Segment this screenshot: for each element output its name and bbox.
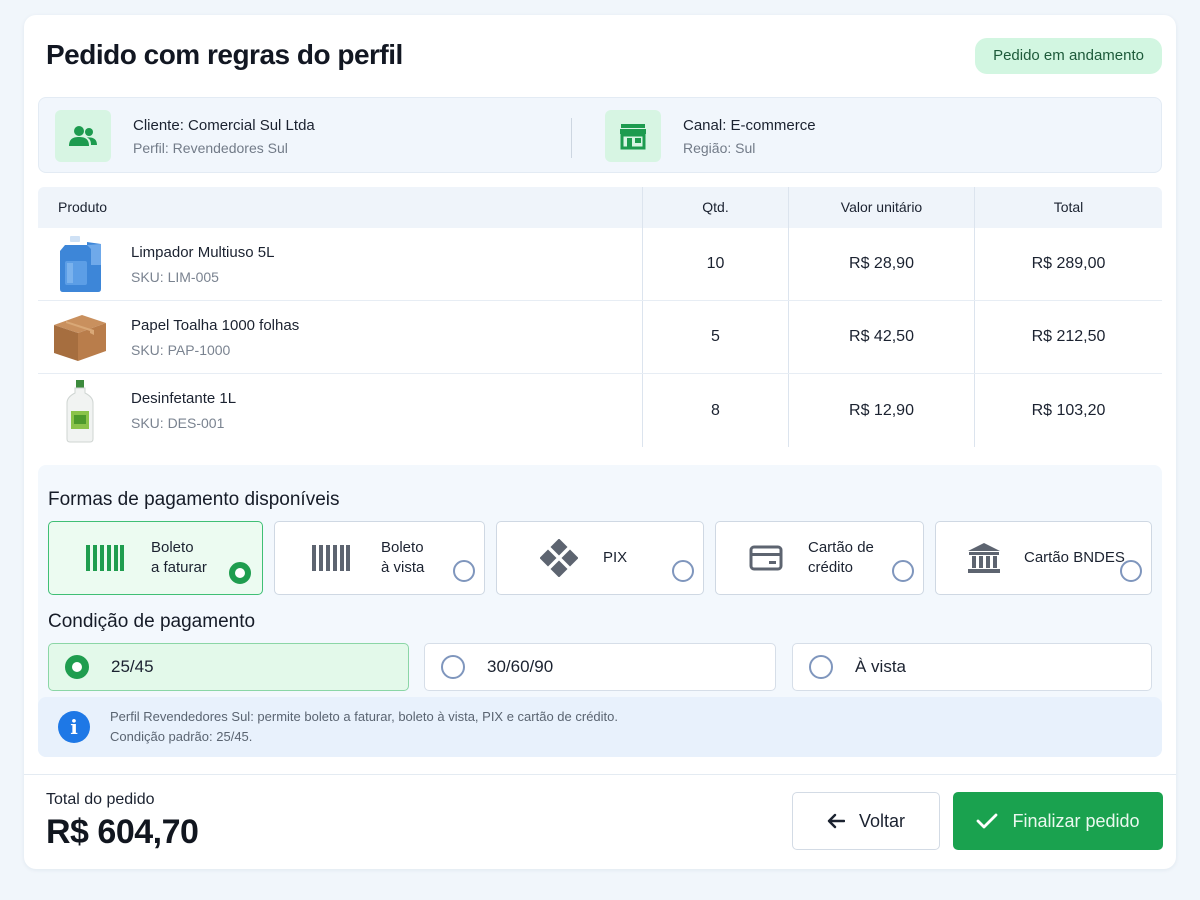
product-qty: 8 — [642, 374, 788, 447]
profile-notice: i Perfil Revendedores Sul: permite bolet… — [38, 697, 1162, 757]
order-card: Pedido com regras do perfil Pedido em an… — [24, 15, 1176, 869]
table-row: Desinfetante 1L SKU: DES-001 8 R$ 12,90 … — [38, 374, 1162, 447]
payment-option-bndes[interactable]: Cartão BNDES — [935, 521, 1152, 595]
condition-label: À vista — [855, 657, 907, 676]
client-info: Cliente: Comercial Sul Ltda Perfil: Reve… — [55, 110, 315, 162]
product-name: Desinfetante 1L — [131, 390, 237, 407]
client-name: Cliente: Comercial Sul Ltda — [133, 116, 315, 134]
table-row: Papel Toalha 1000 folhas SKU: PAP-1000 5… — [38, 301, 1162, 374]
product-sku: SKU: DES-001 — [131, 415, 225, 431]
payment-radio[interactable] — [1120, 560, 1142, 582]
product-qty: 5 — [642, 301, 788, 373]
payment-option-label: Boleto a faturar — [151, 539, 207, 576]
product-unit-price: R$ 42,50 — [788, 301, 974, 373]
client-profile: Perfil: Revendedores Sul — [133, 139, 288, 156]
channel-info: Canal: E-commerce Região: Sul — [605, 110, 816, 162]
payment-option-label: Cartão BNDES — [1024, 549, 1125, 566]
condition-radio[interactable] — [809, 655, 833, 679]
condition-radio[interactable] — [65, 655, 89, 679]
products-table: Produto Qtd. Valor unitário Total Limpad — [38, 187, 1162, 447]
cardboard-box-image — [50, 307, 110, 367]
barcode-icon — [307, 545, 355, 571]
condition-option-a-vista[interactable]: À vista — [792, 643, 1152, 691]
table-row: Limpador Multiuso 5L SKU: LIM-005 10 R$ … — [38, 228, 1162, 301]
order-total-label: Total do pedido — [46, 791, 155, 808]
payment-condition-title: Condição de pagamento — [48, 611, 256, 632]
table-header: Produto Qtd. Valor unitário Total — [38, 187, 1162, 228]
product-name: Papel Toalha 1000 folhas — [131, 316, 300, 334]
product-sku: SKU: LIM-005 — [131, 268, 219, 285]
finish-order-button[interactable]: Finalizar pedido — [953, 792, 1163, 850]
product-unit-price: R$ 28,90 — [788, 228, 974, 300]
blue-jug-image — [50, 234, 110, 294]
pix-icon — [535, 539, 583, 577]
product-total: R$ 103,20 — [974, 374, 1162, 447]
payment-option-pix[interactable]: PIX — [496, 521, 704, 595]
status-badge: Pedido em andamento — [975, 38, 1162, 74]
product-sku: SKU: PAP-1000 — [131, 341, 231, 358]
notice-line-2: Condição padrão: 25/45. — [110, 729, 253, 744]
credit-card-icon — [742, 545, 790, 571]
back-button[interactable]: Voltar — [792, 792, 940, 850]
product-unit-price: R$ 12,90 — [788, 374, 974, 447]
info-divider — [571, 118, 572, 158]
condition-option-25-45[interactable]: 25/45 — [48, 643, 409, 691]
product-name: Limpador Multiuso 5L — [131, 243, 275, 261]
order-total-value: R$ 604,70 — [46, 813, 199, 851]
payment-methods-title: Formas de pagamento disponíveis — [48, 489, 340, 510]
header-total: Total — [974, 187, 1162, 228]
check-icon — [977, 813, 998, 829]
payment-option-boleto-vista[interactable]: Boleto à vista — [274, 521, 485, 595]
payment-panel: Formas de pagamento disponíveis Boleto a… — [38, 465, 1162, 757]
order-info-bar: Cliente: Comercial Sul Ltda Perfil: Reve… — [38, 97, 1162, 173]
condition-label: 25/45 — [111, 657, 154, 676]
bank-icon — [960, 542, 1008, 574]
payment-radio[interactable] — [453, 560, 475, 582]
condition-option-30-60-90[interactable]: 30/60/90 — [424, 643, 776, 691]
store-icon — [605, 110, 661, 162]
payment-option-label: PIX — [603, 549, 628, 566]
payment-option-boleto-faturar[interactable]: Boleto a faturar — [48, 521, 263, 595]
condition-label: 30/60/90 — [487, 657, 554, 676]
header-product: Produto — [58, 199, 108, 215]
product-qty: 10 — [642, 228, 788, 300]
payment-option-label: Boleto à vista — [381, 539, 425, 576]
footer-divider — [24, 774, 1176, 775]
payment-option-label: Cartão de crédito — [808, 539, 874, 576]
white-bottle-image — [50, 379, 110, 442]
channel-region: Região: Sul — [683, 139, 756, 156]
finish-order-label: Finalizar pedido — [1012, 810, 1140, 831]
page-title: Pedido com regras do perfil — [46, 39, 403, 70]
payment-radio[interactable] — [672, 560, 694, 582]
arrow-left-icon — [827, 813, 845, 829]
payment-option-credit-card[interactable]: Cartão de crédito — [715, 521, 924, 595]
info-icon: i — [58, 711, 90, 743]
header-qty: Qtd. — [642, 187, 788, 228]
payment-radio[interactable] — [892, 560, 914, 582]
condition-radio[interactable] — [441, 655, 465, 679]
product-total: R$ 212,50 — [974, 301, 1162, 373]
header-unit-price: Valor unitário — [788, 187, 974, 228]
channel-name: Canal: E-commerce — [683, 116, 816, 134]
notice-line-1: Perfil Revendedores Sul: permite boleto … — [110, 709, 619, 724]
back-button-label: Voltar — [858, 810, 906, 831]
payment-radio[interactable] — [229, 562, 251, 584]
product-total: R$ 289,00 — [974, 228, 1162, 300]
barcode-icon — [81, 545, 129, 571]
users-icon — [55, 110, 111, 162]
